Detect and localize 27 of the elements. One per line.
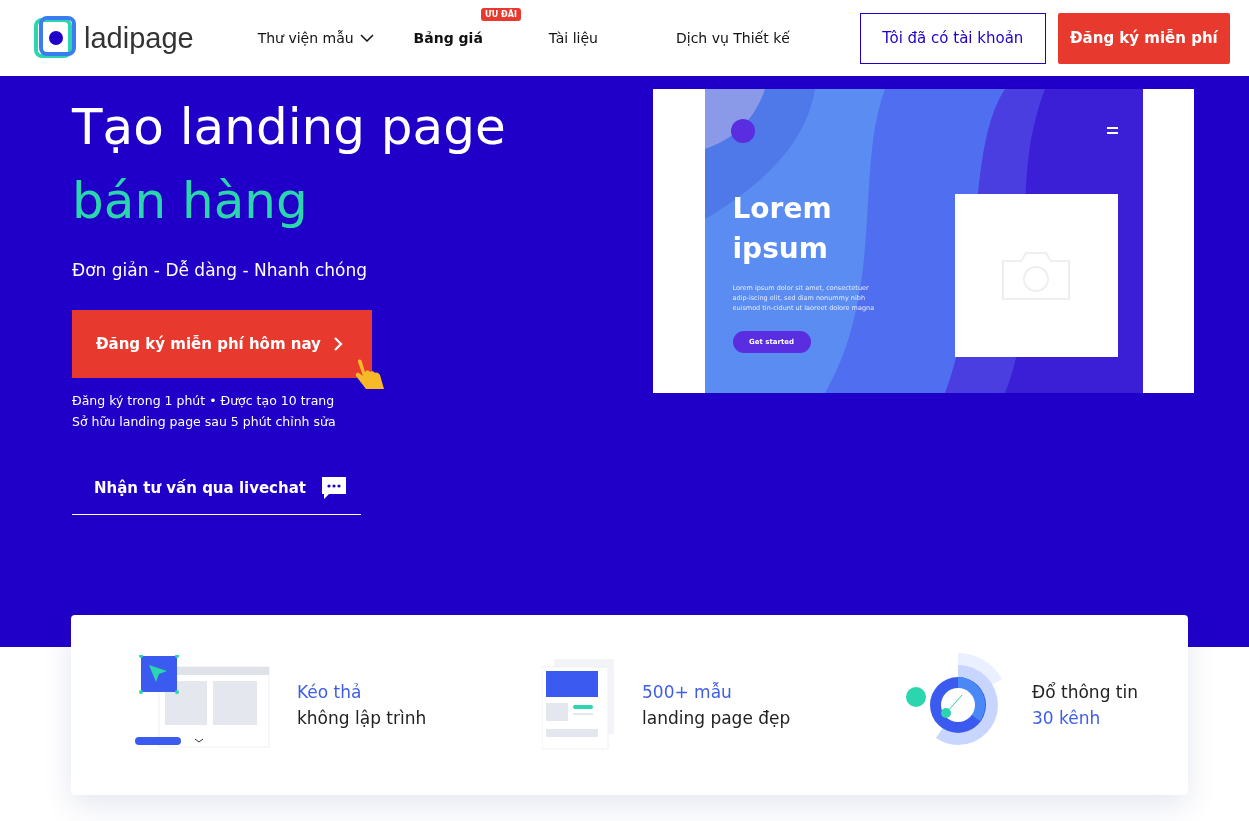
feature-text: Đổ thông tin — [1032, 681, 1138, 704]
cta-button[interactable]: Đăng ký miễn phí hôm nay — [72, 310, 372, 378]
chat-bubble-icon — [321, 476, 347, 500]
preview-heading: Lorem — [732, 191, 833, 227]
login-button[interactable]: Tôi đã có tài khoản — [859, 12, 1046, 64]
livechat-link[interactable]: Nhận tư vấn qua livechat — [72, 476, 361, 515]
hero-title: Tạo landing page — [72, 97, 507, 158]
chevron-down-icon — [359, 34, 374, 42]
feature-text: không lập trình — [297, 707, 427, 730]
feature-text: 30 kênh — [1032, 707, 1102, 730]
logo-icon — [34, 16, 76, 60]
hero-title-accent: bán hàng — [72, 171, 309, 232]
feature-text: landing page đẹp — [642, 707, 791, 730]
signup-note: Đăng ký trong 1 phút • Được tạo 10 trang — [72, 392, 336, 410]
nav-link[interactable]: Thư viện mẫu — [257, 30, 374, 46]
nav-link[interactable]: Tài liệu — [548, 30, 598, 46]
chevron-right-icon — [332, 336, 343, 352]
hero-subtitle: Đơn giản - Dễ dàng - Nhanh chóng — [72, 260, 369, 280]
preview-heading: ipsum — [732, 231, 829, 267]
signup-note: Sở hữu landing page sau 5 phút chỉnh sửa — [72, 413, 337, 431]
logo-wordmark: ladipage — [84, 21, 194, 55]
signup-button[interactable]: Đăng ký miễn phí — [1057, 12, 1230, 64]
template-page-icon — [542, 659, 616, 751]
feature-text: Kéo thả — [297, 681, 363, 704]
nav-link[interactable]: Dịch vụ Thiết kế — [675, 30, 790, 46]
feature-text: 500+ mẫu — [642, 681, 733, 704]
promo-badge: ƯU ĐÃI — [481, 8, 521, 21]
